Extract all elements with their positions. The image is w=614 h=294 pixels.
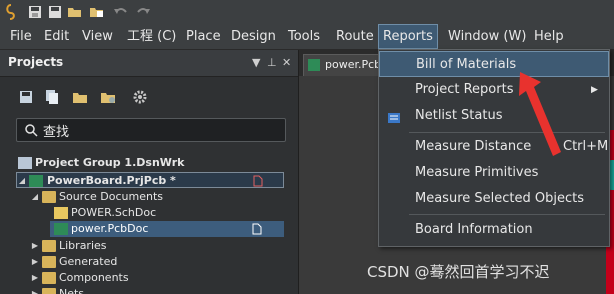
- annotation-arrow-icon: [519, 72, 561, 156]
- watermark: CSDN @蓦然回首学习不迟: [367, 263, 550, 281]
